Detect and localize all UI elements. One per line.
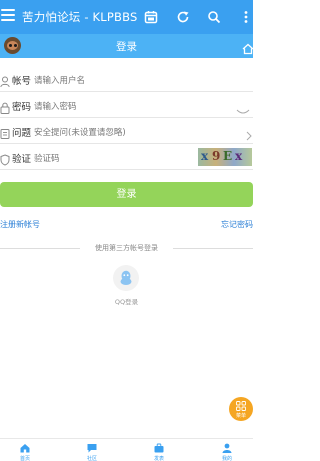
eye-closed-icon[interactable]	[236, 101, 250, 114]
password-row: 密码 请输入密码	[0, 92, 253, 118]
captcha-label: 验证	[12, 154, 32, 165]
bottom-tab-bar: 首页 社区 发表 我的	[0, 438, 253, 461]
password-input[interactable]: 请输入密码	[34, 100, 77, 112]
tab-label: 社区	[86, 456, 97, 461]
question-row[interactable]: 问题 安全提问(未设置请忽略)	[0, 118, 253, 144]
login-form: 帐号 请输入用户名 密码 请输入密码 问题 安全提问(未设置请忽略) 验证 验证…	[0, 66, 253, 170]
grid-icon	[236, 401, 246, 411]
briefcase-icon	[154, 443, 164, 453]
app-bar: 苦力怕论坛 - KLPBBS	[0, 0, 253, 34]
account-row: 帐号 请输入用户名	[0, 66, 253, 92]
shield-icon	[0, 151, 10, 166]
forgot-password-link[interactable]: 忘记密码	[221, 219, 253, 230]
lock-icon	[0, 99, 10, 114]
question-select[interactable]: 安全提问(未设置请忽略)	[34, 126, 126, 138]
login-header: 登录	[0, 34, 254, 58]
captcha-image[interactable]: x 9 E x	[198, 148, 252, 166]
question-label: 问题	[12, 128, 32, 139]
tab-label: 首页	[19, 456, 30, 461]
account-input[interactable]: 请输入用户名	[34, 74, 85, 86]
search-icon[interactable]	[207, 9, 223, 25]
tab-post[interactable]: 发表	[139, 439, 179, 461]
qq-login-button[interactable]	[113, 265, 139, 291]
question-icon	[0, 125, 10, 139]
captcha-input[interactable]: 验证码	[34, 152, 60, 164]
more-icon[interactable]	[239, 9, 255, 25]
user-icon	[0, 73, 10, 88]
menu-fab-button[interactable]: 菜单	[229, 397, 253, 421]
tab-mine[interactable]: 我的	[207, 439, 247, 461]
tab-home[interactable]: 首页	[5, 439, 45, 461]
tab-label: 我的	[221, 456, 232, 461]
home-icon[interactable]	[242, 40, 254, 55]
home-icon	[20, 444, 30, 453]
app-title: 苦力怕论坛 - KLPBBS	[22, 10, 138, 24]
tab-community[interactable]: 社区	[72, 439, 112, 461]
qq-icon	[120, 270, 132, 285]
qq-login-label: QQ登录	[114, 298, 139, 306]
menu-icon[interactable]	[1, 9, 15, 23]
password-label: 密码	[12, 102, 32, 113]
chevron-right-icon	[246, 126, 252, 141]
page-title: 登录	[116, 41, 137, 53]
account-label: 帐号	[12, 76, 32, 87]
fab-label: 菜单	[235, 413, 246, 419]
tab-label: 发表	[153, 456, 164, 461]
register-link[interactable]: 注册新帐号	[0, 219, 40, 230]
calendar-icon[interactable]	[144, 9, 160, 25]
user-icon	[222, 443, 232, 453]
third-party-divider-text: 使用第三方帐号登录	[95, 244, 158, 252]
login-button[interactable]: 登录	[0, 182, 253, 207]
chat-icon	[87, 444, 97, 453]
refresh-icon[interactable]	[176, 9, 192, 25]
captcha-row: 验证 验证码 x 9 E x	[0, 144, 253, 170]
